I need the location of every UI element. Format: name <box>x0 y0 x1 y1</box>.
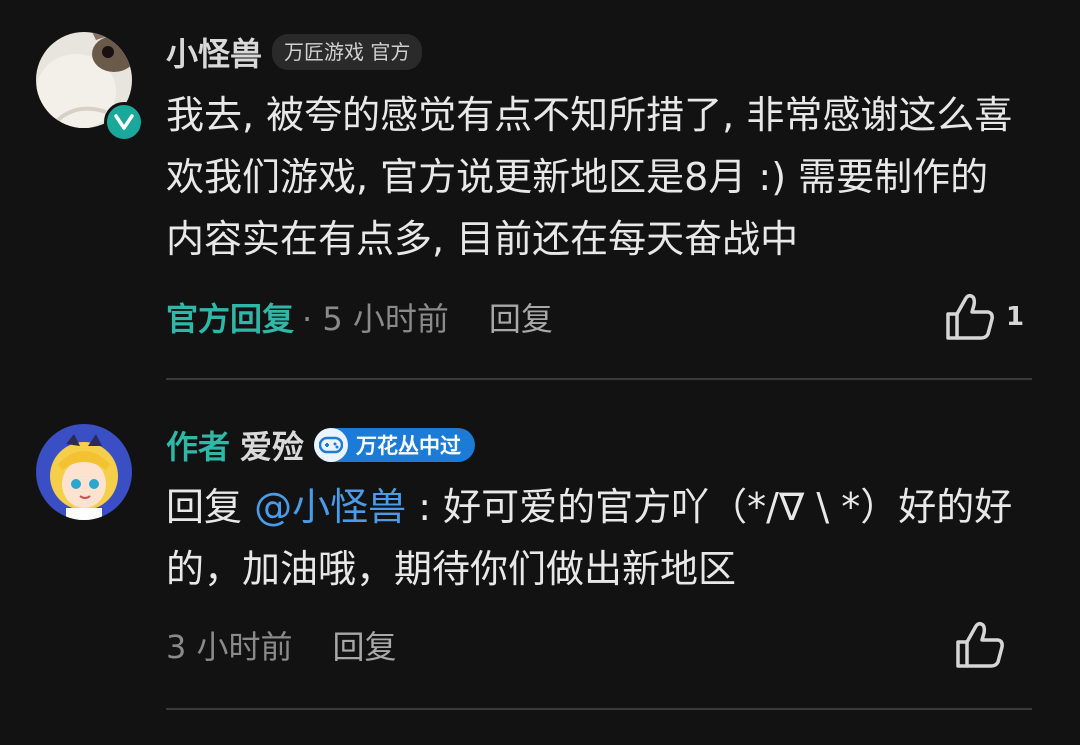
comment-meta: 官方回复 · 5 小时前 回复 <box>166 296 553 338</box>
like-button[interactable]: 1 <box>944 292 1024 342</box>
reply-button[interactable]: 回复 <box>489 294 553 340</box>
reply-button[interactable]: 回复 <box>333 622 397 668</box>
thumbs-up-icon <box>946 293 994 340</box>
username[interactable]: 爱殓 <box>240 422 304 468</box>
avatar-image <box>36 424 132 520</box>
badge-label: 万花丛中过 <box>356 434 462 458</box>
comment-text: 回复 @小怪兽 : 好可爱的官方吖（*/∇ \ *）好的好的，加油哦，期待你们做… <box>166 476 1026 600</box>
comment-meta: 3 小时前 回复 <box>166 624 397 666</box>
timestamp: 3 小时前 <box>166 628 293 666</box>
author-label: 作者 <box>166 428 231 466</box>
user-badge[interactable]: 万花丛中过 <box>314 428 476 462</box>
divider <box>166 708 1032 710</box>
username[interactable]: 小怪兽 <box>166 29 262 75</box>
timestamp: · 5 小时前 <box>302 300 449 338</box>
comment-header: 作者 爱殓 万花丛中过 <box>166 422 476 468</box>
verified-badge-icon <box>104 102 144 142</box>
thumbs-up-icon <box>956 621 1004 668</box>
like-button[interactable] <box>954 620 1006 670</box>
comment-text: 我去, 被夸的感觉有点不知所措了, 非常感谢这么喜欢我们游戏, 官方说更新地区是… <box>166 93 1013 261</box>
official-tag: 万匠游戏 官方 <box>272 34 423 70</box>
mention-link[interactable]: @小怪兽 <box>254 485 406 529</box>
official-reply-label: 官方回复 <box>166 300 295 338</box>
like-count: 1 <box>1006 302 1025 332</box>
gamepad-icon <box>314 428 349 462</box>
comment-header: 小怪兽 万匠游戏 官方 <box>166 29 423 75</box>
reply-prefix: 回复 <box>166 485 255 529</box>
divider <box>166 378 1032 380</box>
avatar[interactable] <box>36 424 132 520</box>
